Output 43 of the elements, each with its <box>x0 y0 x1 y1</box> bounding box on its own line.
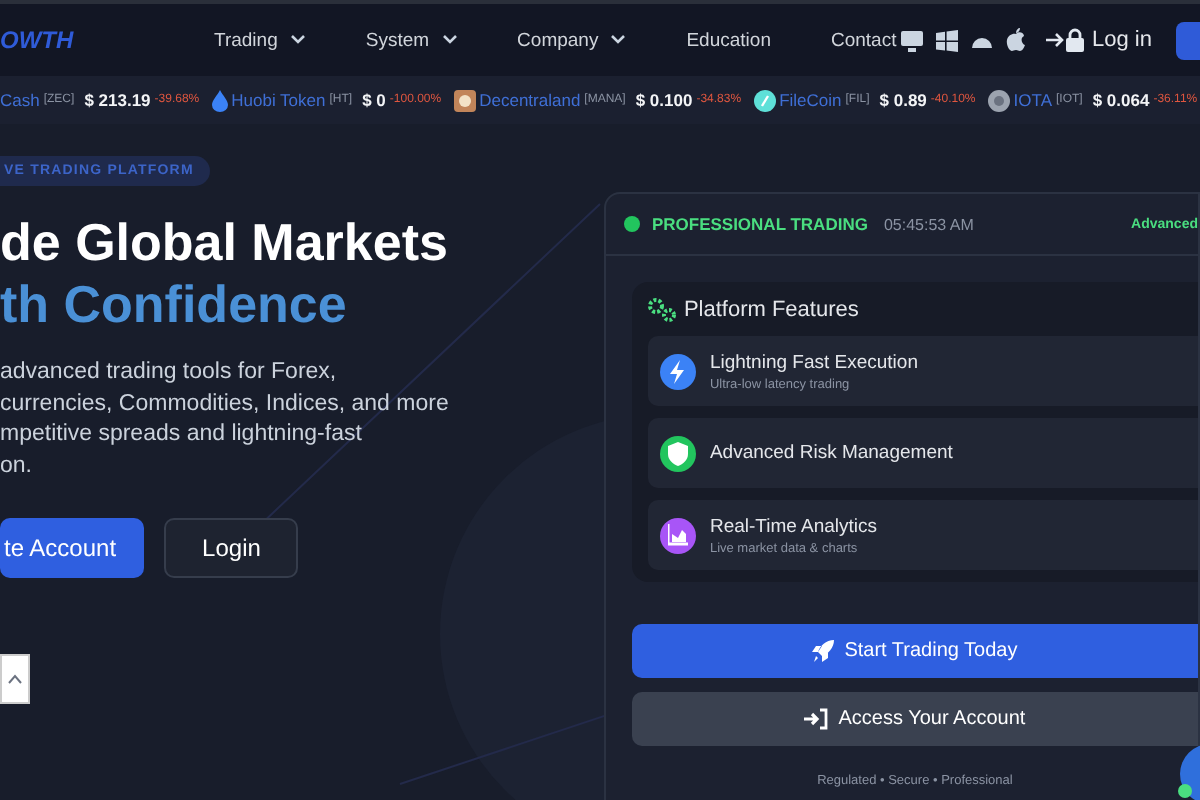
coin-price: $ 0 <box>362 90 386 110</box>
lightning-icon <box>667 359 688 383</box>
online-dot <box>1178 784 1192 798</box>
status-label: PROFESSIONAL TRADING <box>651 214 868 234</box>
shield-icon <box>667 441 688 465</box>
coin-logo-icon <box>987 89 1010 111</box>
clock-time: 05:45:53 AM <box>883 215 974 233</box>
chart-icon <box>667 523 688 547</box>
coin-logo-icon <box>753 89 776 111</box>
login-link[interactable]: Log in <box>1046 28 1152 52</box>
sign-in-icon <box>804 708 829 730</box>
description: advanced trading tools for Forex, currencies, Commodities, Indices, and more mpetitive spreads and lightning-fast on. <box>0 358 449 481</box>
gears-icon <box>647 298 676 322</box>
coin-price: $ 0.100 <box>635 90 693 110</box>
sign-in-icon <box>1046 28 1087 52</box>
scroll-top-button[interactable] <box>0 654 30 704</box>
feature-item[interactable]: Advanced Risk Management <box>647 418 1198 488</box>
coin-price: $ 0.89 <box>879 90 927 110</box>
headline-highlight: th Confidence <box>0 274 347 334</box>
status-dot-icon <box>623 216 640 232</box>
nav-link[interactable]: System <box>365 29 458 51</box>
rocket-icon <box>812 640 835 662</box>
create-account-button[interactable]: te Account <box>0 518 145 578</box>
feature-title: Lightning Fast Execution <box>709 351 918 373</box>
coin-price: $ 0.064 <box>1092 90 1150 110</box>
nav-link[interactable]: Contact <box>830 29 897 51</box>
apple-icon <box>1006 28 1027 52</box>
nav-link[interactable]: Trading <box>214 29 306 51</box>
start-trading-button[interactable]: Start Trading Today <box>631 624 1198 678</box>
headline: de Global Markets <box>0 210 448 274</box>
nav-link[interactable]: Company <box>517 29 627 51</box>
feature-title: Real-Time Analytics <box>709 515 878 537</box>
coin-price: $ 213.19 <box>84 90 151 110</box>
windows-icon <box>936 29 959 51</box>
caret-up-icon <box>8 674 22 684</box>
feature-title: Advanced Risk Management <box>709 442 953 464</box>
signup-button[interactable] <box>1176 21 1200 59</box>
coin-logo-icon <box>453 89 476 111</box>
access-account-button[interactable]: Access Your Account <box>631 692 1198 746</box>
login-button[interactable]: Login <box>164 518 299 578</box>
monitor-icon <box>900 29 925 51</box>
features-title: Platform Features <box>683 298 859 322</box>
nav-link[interactable]: Education <box>686 29 771 51</box>
